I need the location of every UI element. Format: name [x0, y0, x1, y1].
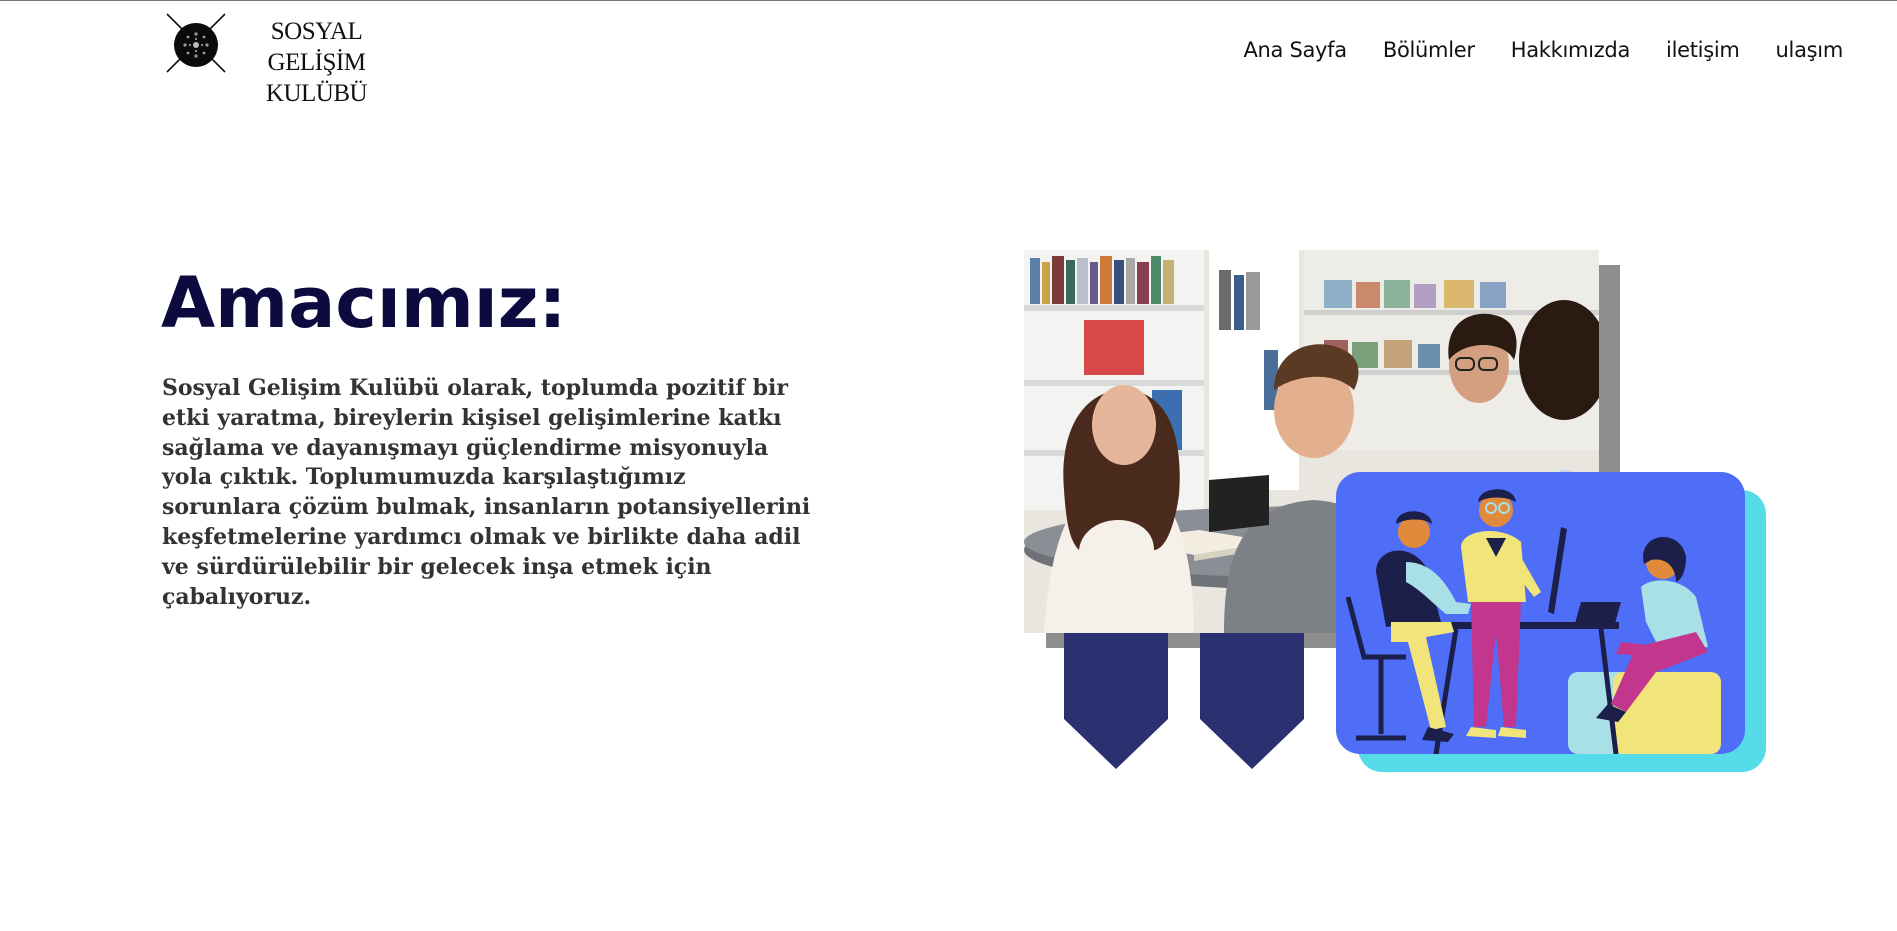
top-border [0, 0, 1897, 1]
hero-title: Amacımız: [161, 262, 567, 344]
nav-item-bolumler[interactable]: Bölümler [1383, 38, 1475, 62]
nav-item-ana-sayfa[interactable]: Ana Sayfa [1243, 38, 1347, 62]
logo-emblem-icon [166, 13, 226, 73]
teamwork-illustration [1336, 472, 1745, 754]
club-logo[interactable]: SOSYAL GELİŞİM KULÜBÜ [163, 10, 403, 107]
hero-description: Sosyal Gelişim Kulübü olarak, toplumda p… [162, 375, 811, 610]
nav-item-ulasim[interactable]: ulaşım [1776, 38, 1844, 62]
nav-item-hakkimizda[interactable]: Hakkımızda [1511, 38, 1631, 62]
decorative-ribbon [1200, 633, 1304, 769]
main-nav: Ana Sayfa Bölümler Hakkımızda iletişim u… [1207, 38, 1843, 62]
logo-text: SOSYAL GELİŞİM KULÜBÜ [229, 16, 404, 109]
decorative-ribbon [1064, 633, 1168, 769]
logo-text-line1: SOSYAL GELİŞİM [267, 18, 366, 76]
nav-item-iletisim[interactable]: iletişim [1666, 38, 1740, 62]
logo-text-line2: KULÜBÜ [265, 80, 368, 107]
